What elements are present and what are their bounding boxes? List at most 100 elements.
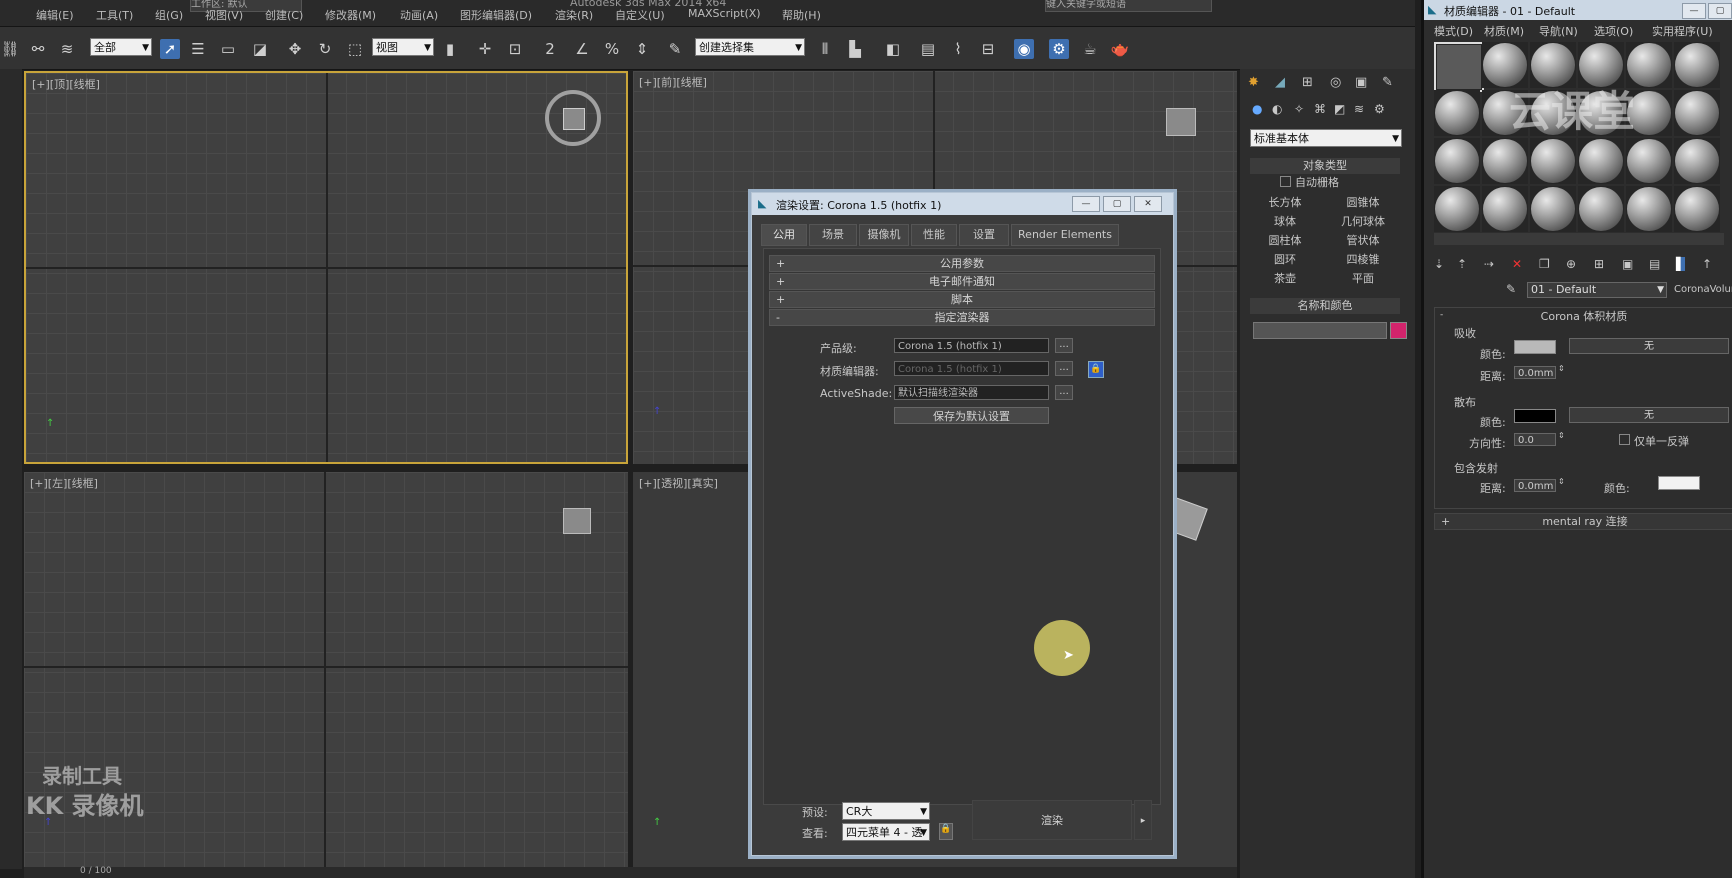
time-slider[interactable]: 0 / 100: [24, 866, 1237, 878]
align-icon[interactable]: ▙: [845, 39, 865, 59]
sample-slot[interactable]: [1674, 90, 1720, 136]
utilities-tab-icon[interactable]: ✎: [1382, 75, 1393, 90]
geosphere-button[interactable]: 几何球体: [1328, 213, 1398, 229]
rotate-icon[interactable]: ↻: [315, 39, 335, 59]
select-by-name-icon[interactable]: ☰: [188, 39, 208, 59]
show-end-result-icon[interactable]: ▌: [1676, 257, 1686, 271]
put-to-scene-icon[interactable]: ⇡: [1457, 257, 1467, 271]
tab-common[interactable]: 公用: [761, 224, 807, 246]
put-to-library-icon[interactable]: ⊞: [1594, 257, 1604, 271]
production-choose-button[interactable]: ...: [1055, 338, 1073, 353]
menu-graph-editors[interactable]: 图形编辑器(D): [460, 7, 532, 23]
menu-utilities[interactable]: 实用程序(U): [1652, 23, 1713, 39]
make-copy-icon[interactable]: ❐: [1539, 257, 1550, 271]
scatter-map-button[interactable]: 无: [1569, 407, 1729, 423]
absorption-distance-spinner[interactable]: 0.0mm: [1514, 366, 1556, 379]
sample-slot[interactable]: [1482, 138, 1528, 184]
mirror-icon[interactable]: ⫴: [815, 39, 835, 59]
select-object-icon[interactable]: ➚: [160, 39, 180, 59]
menu-maxscript[interactable]: MAXScript(X): [688, 7, 761, 20]
sample-slot[interactable]: [1434, 138, 1480, 184]
edit-named-selection-icon[interactable]: ✎: [665, 39, 685, 59]
menu-modifiers[interactable]: 修改器(M): [325, 7, 376, 23]
menu-group[interactable]: 组(G): [155, 7, 183, 23]
plane-button[interactable]: 平面: [1328, 270, 1398, 286]
viewcube-icon[interactable]: [563, 108, 585, 130]
spinner-arrows-icon[interactable]: ⇕: [1558, 477, 1565, 486]
rollout-title[interactable]: Corona 体积材质: [1434, 308, 1732, 324]
menu-mode[interactable]: 模式(D): [1434, 23, 1473, 39]
selection-filter-dropdown[interactable]: 全部 ▼: [90, 38, 152, 56]
show-in-viewport-icon[interactable]: ▤: [1649, 257, 1660, 271]
bind-spacewarp-icon[interactable]: ≋: [57, 39, 77, 59]
systems-icon[interactable]: ⚙: [1374, 102, 1385, 116]
object-name-input[interactable]: [1253, 322, 1387, 339]
menu-animation[interactable]: 动画(A): [400, 7, 438, 23]
emission-color-swatch[interactable]: [1658, 476, 1700, 490]
sample-slot-1[interactable]: [1434, 42, 1484, 92]
render-production-icon[interactable]: 🫖: [1110, 39, 1130, 59]
dialog-title-bar[interactable]: ◣ 渲染设置: Corona 1.5 (hotfix 1) — ▢ ✕: [752, 193, 1173, 215]
material-editor-icon[interactable]: ◉: [1014, 39, 1034, 59]
named-selection-dropdown[interactable]: 创建选择集 ▼: [695, 38, 805, 56]
render-options-arrow-icon[interactable]: ▸: [1134, 800, 1152, 840]
scale-icon[interactable]: ⬚: [345, 39, 365, 59]
sample-slot[interactable]: [1434, 186, 1480, 232]
render-setup-icon[interactable]: ⚙: [1049, 39, 1069, 59]
rollout-collapse-icon[interactable]: -: [1440, 310, 1443, 320]
sample-slots-scrollbar[interactable]: [1434, 233, 1724, 245]
hierarchy-tab-icon[interactable]: ⊞: [1302, 75, 1313, 90]
tab-camera[interactable]: 摄像机: [859, 224, 909, 246]
viewcube-icon[interactable]: [1166, 108, 1196, 136]
cylinder-button[interactable]: 圆柱体: [1250, 232, 1320, 248]
tube-button[interactable]: 管状体: [1328, 232, 1398, 248]
pivot-icon[interactable]: ▮: [440, 39, 460, 59]
material-editor-title-bar[interactable]: ◣ 材质编辑器 - 01 - Default — ▢: [1424, 0, 1732, 20]
maximize-button[interactable]: ▢: [1103, 196, 1131, 212]
menu-tools[interactable]: 工具(T): [96, 7, 133, 23]
close-button[interactable]: ✕: [1134, 196, 1162, 212]
graphite-ribbon-icon[interactable]: ▤: [918, 39, 938, 59]
modify-tab-icon[interactable]: ◢: [1275, 75, 1285, 90]
assign-material-icon[interactable]: ⇢: [1484, 257, 1494, 271]
rollout-email-notify[interactable]: + 电子邮件通知: [769, 273, 1155, 290]
lock-icon[interactable]: 🔒: [1088, 361, 1104, 378]
viewport-label-left[interactable]: [+][左][线框]: [30, 475, 98, 491]
sample-slot[interactable]: [1626, 186, 1672, 232]
rollout-scripts[interactable]: + 脚本: [769, 291, 1155, 308]
scatter-color-swatch[interactable]: [1514, 409, 1556, 423]
object-category-dropdown[interactable]: 标准基本体 ▼: [1250, 129, 1402, 147]
viewcube-icon[interactable]: [563, 508, 591, 534]
sample-slot[interactable]: [1530, 138, 1576, 184]
menu-material[interactable]: 材质(M): [1484, 23, 1524, 39]
make-unique-icon[interactable]: ⊕: [1566, 257, 1576, 271]
preset-dropdown[interactable]: CR大 ▼: [842, 802, 930, 820]
motion-tab-icon[interactable]: ◎: [1330, 75, 1341, 90]
delete-icon[interactable]: ✕: [1512, 257, 1522, 271]
torus-button[interactable]: 圆环: [1250, 251, 1320, 267]
spinner-arrows-icon[interactable]: ⇕: [1558, 364, 1565, 373]
material-type-button[interactable]: CoronaVolume: [1674, 284, 1732, 295]
material-id-icon[interactable]: ▣: [1622, 257, 1633, 271]
name-color-rollout[interactable]: 名称和颜色: [1250, 298, 1400, 314]
render-button[interactable]: 渲染: [972, 800, 1132, 840]
percent-snap-icon[interactable]: %: [602, 39, 622, 59]
box-button[interactable]: 长方体: [1250, 194, 1320, 210]
angle-snap-icon[interactable]: ∠: [572, 39, 592, 59]
eyedropper-icon[interactable]: ✎: [1506, 282, 1516, 296]
spinner-arrows-icon[interactable]: ⇕: [1558, 431, 1565, 440]
save-as-default-button[interactable]: 保存为默认设置: [894, 407, 1049, 424]
sphere-button[interactable]: 球体: [1250, 213, 1320, 229]
lights-icon[interactable]: ✧: [1294, 102, 1304, 116]
rollout-assign-renderer[interactable]: - 指定渲染器: [769, 309, 1155, 326]
sample-slot[interactable]: [1674, 138, 1720, 184]
schematic-view-icon[interactable]: ⊟: [978, 39, 998, 59]
spinner-snap-icon[interactable]: ⇕: [632, 39, 652, 59]
absorption-color-swatch[interactable]: [1514, 340, 1556, 354]
get-material-icon[interactable]: ⇣: [1434, 257, 1444, 271]
menu-customize[interactable]: 自定义(U): [615, 7, 665, 23]
sample-slot[interactable]: [1578, 138, 1624, 184]
viewport-label-perspective[interactable]: [+][透视][真实]: [639, 475, 718, 491]
cone-button[interactable]: 圆锥体: [1328, 194, 1398, 210]
sample-slot[interactable]: [1482, 186, 1528, 232]
